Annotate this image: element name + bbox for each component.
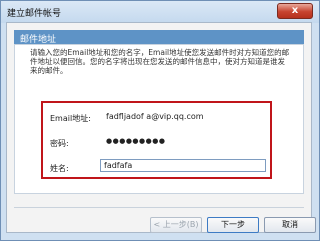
name-field[interactable]: fadfafa bbox=[100, 159, 266, 172]
back-button[interactable]: < 上一步(B) bbox=[150, 217, 202, 233]
next-button[interactable]: 下一步 bbox=[207, 217, 259, 233]
close-icon: x bbox=[291, 5, 299, 16]
password-label: 密码: bbox=[50, 139, 69, 148]
close-button[interactable]: x bbox=[277, 3, 313, 19]
title-bar[interactable]: 建立邮件帐号 x bbox=[1, 1, 319, 23]
cancel-button[interactable]: 取消 bbox=[264, 217, 316, 233]
email-field[interactable]: fadfljadof a@vip.qq.com bbox=[102, 110, 262, 123]
email-label: Email地址: bbox=[50, 114, 91, 123]
section-header: 邮件地址 bbox=[14, 30, 304, 45]
password-field[interactable]: ●●●●●●●●● bbox=[102, 135, 262, 148]
footer-divider bbox=[14, 207, 304, 208]
window-title: 建立邮件帐号 bbox=[7, 9, 62, 19]
instructions-text: 请输入您的Email地址和您的名字，Email地址使您发送邮件时对方知道您的邮件… bbox=[30, 48, 290, 75]
name-label: 姓名: bbox=[50, 164, 69, 173]
